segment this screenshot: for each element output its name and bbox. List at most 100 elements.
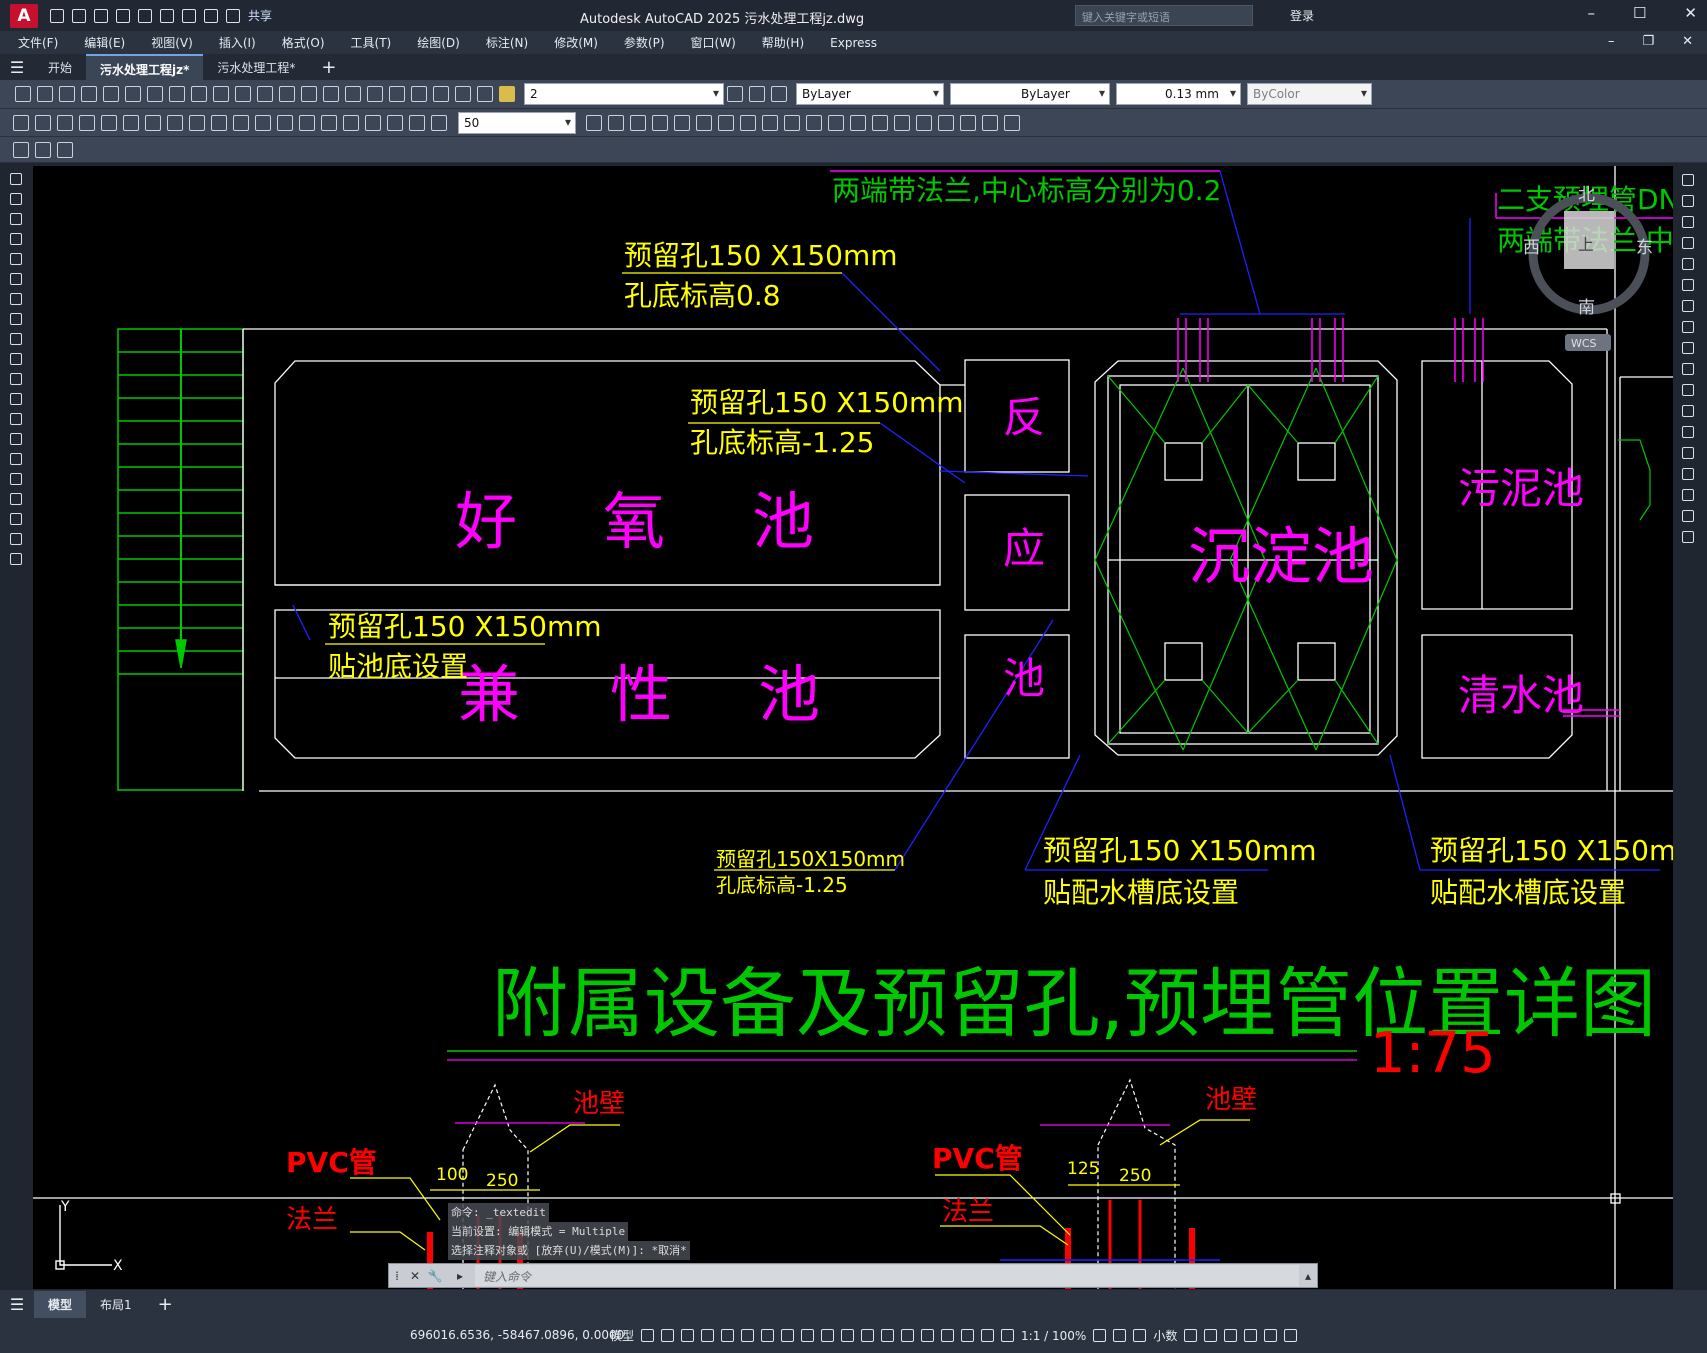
dim-baseline-icon[interactable] [211, 114, 227, 131]
menu-item-12[interactable]: Express [830, 36, 877, 50]
ellipse-arc-icon[interactable] [10, 373, 22, 385]
viewcube-north[interactable]: 北 [1578, 185, 1595, 205]
chamfer-icon[interactable] [1682, 468, 1694, 480]
dim-diameter-icon[interactable] [145, 114, 161, 131]
polygon-icon[interactable] [10, 233, 22, 245]
infer-icon[interactable] [681, 1329, 695, 1342]
plotstyle-dropdown[interactable]: ByColor [1247, 83, 1372, 105]
grid-icon[interactable] [641, 1329, 655, 1342]
tab-model[interactable]: 模型 [34, 1290, 87, 1318]
mirror-icon[interactable] [1682, 216, 1694, 228]
3drotate-icon[interactable] [960, 114, 976, 131]
break-at-point-icon[interactable] [1682, 405, 1694, 417]
add-layout-icon[interactable]: + [158, 1294, 173, 1315]
model-viewport[interactable]: 好 氧 池 兼 性 池 反 应 池 沉淀池 污泥池 清水池 两端带法兰,中心标高… [33, 166, 1673, 1289]
sweep-icon[interactable] [762, 114, 778, 131]
save-icon[interactable] [59, 86, 75, 102]
menu-item-8[interactable]: 修改(M) [554, 34, 598, 51]
slice-icon[interactable] [828, 114, 844, 131]
snap-icon[interactable] [661, 1329, 675, 1342]
cut-icon[interactable] [147, 86, 163, 102]
polyline-icon[interactable] [10, 213, 22, 225]
isolate-objects-icon[interactable] [1224, 1329, 1238, 1342]
matchprop-icon[interactable] [213, 86, 229, 102]
menu-hamburger-icon[interactable]: ☰ [0, 58, 34, 77]
explode-icon[interactable] [1682, 531, 1694, 543]
model-space-toggle[interactable]: 模型 [610, 1327, 634, 1344]
drawing-svg[interactable]: 好 氧 池 兼 性 池 反 应 池 沉淀池 污泥池 清水池 两端带法兰,中心标高… [33, 166, 1673, 1289]
clean-screen-icon[interactable] [1264, 1329, 1278, 1342]
zoom-window-icon[interactable] [323, 86, 339, 102]
dim-arc-icon[interactable] [57, 114, 73, 131]
menu-item-7[interactable]: 标注(N) [486, 34, 528, 51]
dim-jogline-icon[interactable] [365, 114, 381, 131]
viewcube-south[interactable]: 南 [1578, 298, 1595, 318]
dim-edit-icon[interactable] [387, 114, 403, 131]
solid-box-icon[interactable] [586, 114, 602, 131]
wcs-label[interactable]: WCS [1571, 337, 1597, 350]
isodraft-icon[interactable] [761, 1329, 775, 1342]
3dmirror-icon[interactable] [1004, 114, 1020, 131]
extrude-icon[interactable] [652, 114, 668, 131]
new-tab-icon[interactable]: + [321, 57, 336, 78]
construction-line-icon[interactable] [10, 193, 22, 205]
minimize-icon[interactable]: – [1587, 4, 1595, 22]
doc-close-icon[interactable]: ✕ [1682, 34, 1693, 49]
lineweight-icon[interactable] [821, 1329, 835, 1342]
revcloud-icon[interactable] [10, 313, 22, 325]
close-cmd-icon[interactable]: ✕ [405, 1269, 425, 1283]
toolpalettes-icon[interactable] [411, 86, 427, 102]
layer-dropdown[interactable]: 2 [524, 83, 724, 105]
inspection-icon[interactable] [343, 114, 359, 131]
solid-cone-icon[interactable] [630, 114, 646, 131]
paste-icon[interactable] [191, 86, 207, 102]
attribute-edit-icon[interactable] [13, 141, 29, 158]
make-block-icon[interactable] [10, 413, 22, 425]
zoom-previous-icon[interactable] [345, 86, 361, 102]
coordinates-readout[interactable]: 696016.6536, -58467.0896, 0.0000 [410, 1328, 624, 1342]
make-current-layer-icon[interactable] [727, 86, 743, 102]
dim-ordinate-icon[interactable] [79, 114, 95, 131]
plot-icon[interactable] [81, 86, 97, 102]
gradient-icon[interactable] [10, 473, 22, 485]
ortho-icon[interactable] [721, 1329, 735, 1342]
share-button[interactable]: 共享 [248, 7, 272, 24]
pan-icon[interactable] [279, 86, 295, 102]
viewcube-west[interactable]: 西 [1523, 238, 1540, 258]
3dalign-icon[interactable] [982, 114, 998, 131]
dim-space-icon[interactable] [255, 114, 271, 131]
array-icon[interactable] [1682, 258, 1694, 270]
undo-icon[interactable] [235, 86, 251, 102]
3d-osnap-icon[interactable] [881, 1329, 895, 1342]
solid-cylinder-icon[interactable] [608, 114, 624, 131]
break-icon[interactable] [1682, 426, 1694, 438]
dim-aligned-icon[interactable] [35, 114, 51, 131]
annotation-scale[interactable]: 1:1 / 100% [1021, 1329, 1086, 1343]
close-icon[interactable]: ✕ [1684, 4, 1697, 22]
saveas-icon[interactable] [116, 8, 130, 23]
new-icon[interactable] [50, 8, 64, 23]
tab-file-main[interactable]: 污水处理工程* [203, 54, 309, 80]
help-icon[interactable] [455, 86, 471, 102]
fillet-icon[interactable] [1682, 489, 1694, 501]
mtext-icon[interactable] [10, 533, 22, 545]
tab-file-jz[interactable]: 污水处理工程jz* [86, 54, 204, 80]
gizmo-icon[interactable] [941, 1329, 955, 1342]
customize-status-icon[interactable] [1284, 1329, 1298, 1342]
dynamic-ucs-icon[interactable] [901, 1329, 915, 1342]
layer-on-icon[interactable] [499, 86, 515, 102]
dim-continue-icon[interactable] [233, 114, 249, 131]
union-icon[interactable] [696, 114, 712, 131]
offset-icon[interactable] [1682, 237, 1694, 249]
dim-angular-icon[interactable] [167, 114, 183, 131]
viewcube-top[interactable]: 上 [1578, 235, 1594, 254]
object-snap-tracking-icon[interactable] [781, 1329, 795, 1342]
export-icon[interactable] [160, 8, 174, 23]
menu-item-11[interactable]: 帮助(H) [762, 34, 804, 51]
thicken-icon[interactable] [850, 114, 866, 131]
lineweight-dropdown[interactable]: 0.13 mm [1116, 83, 1241, 105]
shell-icon[interactable] [872, 114, 888, 131]
copy-object-icon[interactable] [1682, 195, 1694, 207]
tab-start[interactable]: 开始 [34, 54, 86, 80]
dimtedit-icon[interactable] [409, 114, 425, 131]
